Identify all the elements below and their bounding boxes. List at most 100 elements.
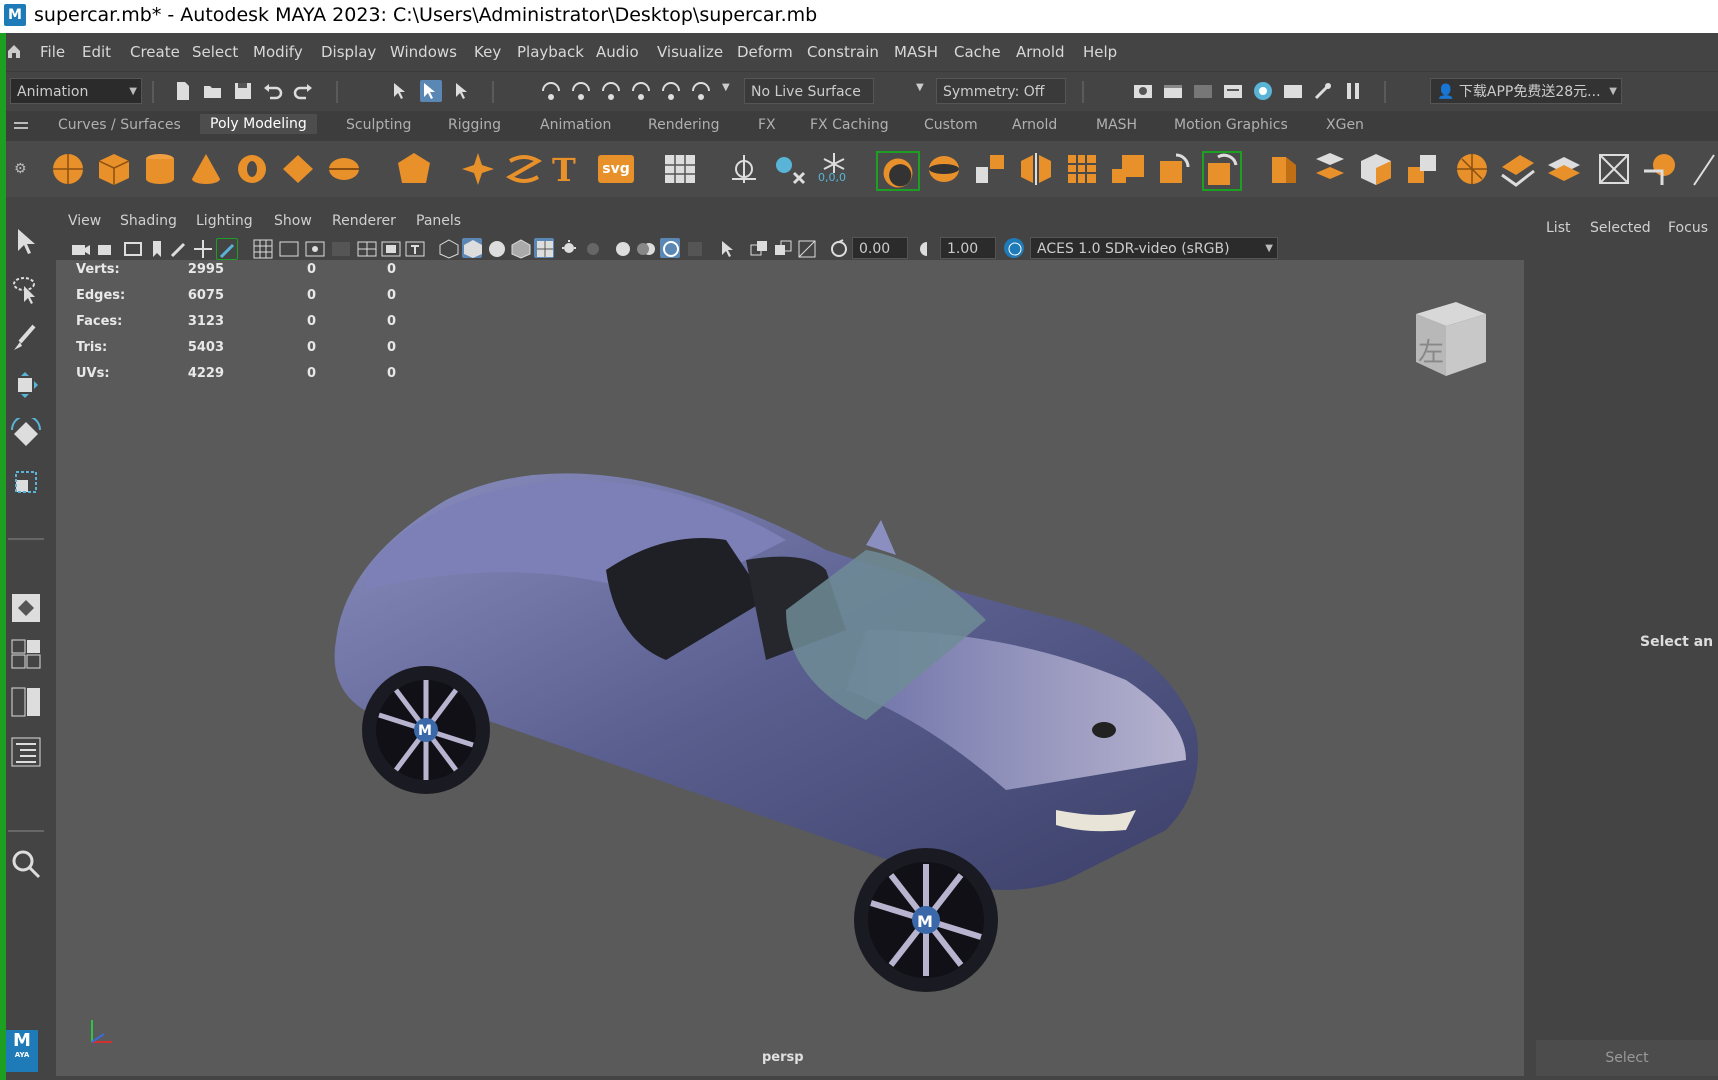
four-view-layout-icon[interactable] xyxy=(10,638,42,670)
freeze-transforms-icon[interactable]: 0,0,0 xyxy=(816,151,852,187)
move-tool-icon[interactable] xyxy=(10,370,42,402)
menu-file[interactable]: File xyxy=(40,43,65,61)
light-editor-icon[interactable] xyxy=(1312,80,1334,102)
shelf-tab-animation[interactable]: Animation xyxy=(540,117,611,133)
open-scene-icon[interactable] xyxy=(202,80,224,102)
poly-cone-icon[interactable] xyxy=(188,151,224,187)
menu-display[interactable]: Display xyxy=(321,43,376,61)
poly-cube-icon[interactable] xyxy=(96,151,132,187)
select-component-icon[interactable] xyxy=(452,80,474,102)
gate-mask-icon[interactable] xyxy=(330,238,350,258)
shelf-tab-curves-surfaces[interactable]: Curves / Surfaces xyxy=(58,117,181,133)
select-tool-icon[interactable] xyxy=(10,226,42,258)
snap-point-icon[interactable] xyxy=(600,80,622,102)
live-surface-field[interactable]: No Live Surface xyxy=(744,78,874,104)
chevron-down-icon[interactable]: ▼ xyxy=(916,82,924,93)
view-transform-dropdown[interactable]: ACES 1.0 SDR-video (sRGB) ▼ xyxy=(1030,237,1278,259)
safe-action-icon[interactable] xyxy=(380,238,401,258)
snap-projected-icon[interactable] xyxy=(630,80,652,102)
maya-app-icon[interactable]: M xyxy=(4,4,26,26)
render-setup-icon[interactable] xyxy=(1282,80,1304,102)
textured-icon[interactable] xyxy=(534,238,554,258)
menu-windows[interactable]: Windows xyxy=(390,43,457,61)
symmetry-field[interactable]: Symmetry: Off xyxy=(936,78,1066,104)
motion-blur-icon[interactable] xyxy=(636,238,656,258)
quad-draw-icon[interactable] xyxy=(1642,151,1678,187)
menu-create[interactable]: Create xyxy=(130,43,180,61)
select-hierarchy-icon[interactable] xyxy=(390,80,412,102)
wireframe-icon[interactable] xyxy=(438,238,459,259)
sweep-mesh-icon[interactable] xyxy=(505,151,543,187)
panel-menu-renderer[interactable]: Renderer xyxy=(332,213,396,229)
snap-grid-icon[interactable] xyxy=(540,80,562,102)
menu-playback[interactable]: Playback xyxy=(517,43,584,61)
shelf-tab-rendering[interactable]: Rendering xyxy=(648,117,720,133)
menu-constrain[interactable]: Constrain xyxy=(807,43,879,61)
depth-of-field-icon[interactable] xyxy=(684,238,704,258)
text-tool-icon[interactable]: T xyxy=(552,151,588,189)
exposure-field[interactable]: 0.00 xyxy=(852,237,908,259)
isolate-select-icon[interactable] xyxy=(716,238,736,258)
super-shape-icon[interactable] xyxy=(460,151,496,187)
shelf-tab-sculpting[interactable]: Sculpting xyxy=(346,117,411,133)
mode-dropdown[interactable]: Animation ▼ xyxy=(10,78,142,104)
render-settings-icon[interactable] xyxy=(1222,80,1244,102)
xray-joints-icon[interactable] xyxy=(796,238,816,258)
shelf-tab-fx[interactable]: FX xyxy=(758,117,776,133)
uv-editor-icon[interactable] xyxy=(662,151,698,187)
panel-menu-lighting[interactable]: Lighting xyxy=(196,213,253,229)
perspective-viewport[interactable]: Verts: 2995 0 0 Edges: 6075 0 0 Faces: 3… xyxy=(56,260,1524,1076)
select-object-icon[interactable] xyxy=(420,80,442,102)
delete-history-icon[interactable] xyxy=(772,151,808,187)
outliner-layout-icon[interactable] xyxy=(10,736,42,768)
pause-icon[interactable] xyxy=(1342,80,1364,102)
shelf-tab-fx-caching[interactable]: FX Caching xyxy=(810,117,889,133)
shelf-tab-mash[interactable]: MASH xyxy=(1096,117,1137,133)
platonic-solid-icon[interactable] xyxy=(396,151,432,187)
shelf-tab-motion-graphics[interactable]: Motion Graphics xyxy=(1174,117,1288,133)
append-polygon-icon[interactable] xyxy=(1404,151,1440,187)
ipr-render-icon[interactable] xyxy=(1192,80,1214,102)
lasso-tool-icon[interactable] xyxy=(10,274,42,306)
snap-curve-icon[interactable] xyxy=(570,80,592,102)
bookmark-camera-icon[interactable] xyxy=(96,238,116,258)
poly-cylinder-icon[interactable] xyxy=(142,151,178,187)
shelf-tab-rigging[interactable]: Rigging xyxy=(448,117,501,133)
shelf-tab-custom[interactable]: Custom xyxy=(924,117,978,133)
color-management-toggle-icon[interactable] xyxy=(1004,238,1024,258)
shelf-more-icon[interactable] xyxy=(1688,151,1718,187)
tab-selected[interactable]: Selected xyxy=(1590,220,1651,236)
insert-edge-loop-icon[interactable] xyxy=(1500,151,1536,187)
shelf-tab-arnold[interactable]: Arnold xyxy=(1012,117,1057,133)
2d-pan-zoom-icon[interactable] xyxy=(192,238,212,258)
shelf-settings-icon[interactable]: ⚙ xyxy=(14,161,27,177)
home-icon[interactable] xyxy=(6,42,22,64)
panel-menu-panels[interactable]: Panels xyxy=(416,213,461,229)
select-button[interactable]: Select xyxy=(1536,1040,1718,1076)
shelf-tab-poly-modeling[interactable]: Poly Modeling xyxy=(200,114,317,134)
chevron-down-icon[interactable]: ▼ xyxy=(722,82,730,93)
grease-pencil-icon[interactable] xyxy=(168,238,188,258)
menu-arnold[interactable]: Arnold xyxy=(1016,43,1065,61)
xray-icon[interactable] xyxy=(748,238,768,258)
shelf-tab-xgen[interactable]: XGen xyxy=(1326,117,1364,133)
shadows-icon[interactable] xyxy=(582,238,602,258)
menu-modify[interactable]: Modify xyxy=(253,43,303,61)
retopo-icon[interactable] xyxy=(1202,151,1242,191)
center-pivot-icon[interactable] xyxy=(726,151,762,187)
smooth-icon[interactable] xyxy=(972,151,1008,187)
camera-attributes-icon[interactable] xyxy=(70,238,90,258)
use-all-lights-icon[interactable] xyxy=(558,238,578,258)
menu-deform[interactable]: Deform xyxy=(737,43,793,61)
panel-menu-show[interactable]: Show xyxy=(274,213,312,229)
wireframe-on-shaded-icon[interactable] xyxy=(510,238,531,259)
extrude-icon[interactable] xyxy=(1266,151,1302,187)
screen-space-ao-icon[interactable] xyxy=(612,238,632,258)
scale-tool-icon[interactable] xyxy=(10,466,42,498)
menu-select[interactable]: Select xyxy=(192,43,238,61)
anti-aliasing-icon[interactable] xyxy=(660,238,680,258)
bookmark-icon[interactable] xyxy=(146,238,166,258)
maya-logo-badge[interactable]: M AYA xyxy=(6,1030,38,1072)
combine-icon[interactable] xyxy=(876,151,920,191)
snap-live-icon[interactable] xyxy=(690,80,712,102)
